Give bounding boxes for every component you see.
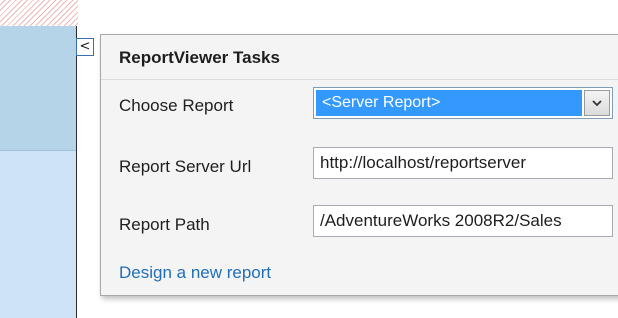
report-server-url-input[interactable]	[314, 148, 612, 178]
report-viewer-designer-surface[interactable]	[0, 26, 77, 318]
chevron-left-icon[interactable]: <	[76, 38, 94, 56]
report-path-label: Report Path	[119, 215, 210, 234]
tasks-panel: ReportViewer Tasks Choose Report <Server…	[100, 34, 618, 296]
chevron-down-icon[interactable]	[584, 90, 610, 116]
choose-report-dropdown[interactable]: <Server Report>	[313, 87, 613, 119]
designer-header-band	[0, 26, 76, 151]
report-server-url-field[interactable]	[313, 147, 613, 179]
choose-report-label: Choose Report	[119, 96, 234, 115]
designer-stage: < ReportViewer Tasks Choose Report <Serv…	[0, 0, 618, 318]
report-path-field[interactable]	[313, 205, 613, 237]
design-new-report-link[interactable]: Design a new report	[119, 263, 271, 283]
designer-hatch	[0, 0, 78, 26]
panel-title: ReportViewer Tasks	[119, 48, 280, 67]
report-path-input[interactable]	[314, 206, 612, 236]
report-server-url-label: Report Server Url	[119, 157, 252, 176]
choose-report-selected-value: <Server Report>	[316, 90, 582, 116]
panel-divider	[101, 79, 618, 80]
